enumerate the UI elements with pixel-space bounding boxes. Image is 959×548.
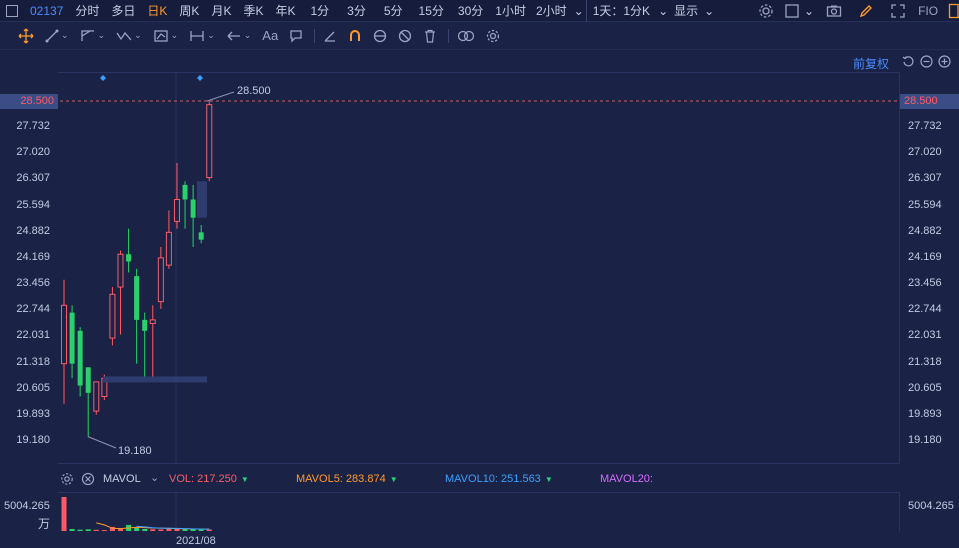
- candle-body-down: [134, 276, 140, 320]
- mavol20-value: MAVOL20:: [600, 473, 653, 485]
- indicator-name[interactable]: MAVOL: [103, 473, 141, 485]
- mavol10-value-text: MAVOL10: 251.563: [445, 473, 541, 485]
- indicator-settings-gear-icon[interactable]: [60, 472, 74, 486]
- mavol10-down-triangle-icon: ▼: [544, 475, 553, 484]
- indicator-close-icon[interactable]: [81, 472, 95, 486]
- candle-body-up: [149, 319, 156, 325]
- volume-bar: [142, 528, 148, 531]
- volume-bar: [198, 529, 204, 531]
- current-price-tag-left: 28.500: [0, 94, 58, 109]
- volume-max-label-left: 5004.265: [4, 500, 50, 512]
- candle-body-down: [69, 312, 75, 364]
- event-marker-diamond: [100, 75, 106, 81]
- candle-body-up: [157, 257, 164, 303]
- volume-unit-label: 万: [38, 517, 51, 531]
- candle-body-up: [109, 293, 116, 339]
- candle-body-down: [77, 330, 83, 386]
- chart-canvas: [0, 73, 959, 532]
- vol-value: VOL: 217.250 ▼: [169, 473, 249, 485]
- volume-bar: [101, 530, 107, 532]
- selection-candle-box: [197, 181, 207, 218]
- candle-body-up: [61, 304, 67, 365]
- mavol5-value: MAVOL5: 283.874 ▼: [296, 473, 398, 485]
- candle-body-down: [142, 319, 148, 331]
- volume-bar: [69, 528, 75, 531]
- high-label-leader: [206, 91, 235, 102]
- volume-bar: [61, 497, 67, 531]
- mavol10-value: MAVOL10: 251.563 ▼: [445, 473, 553, 485]
- volume-bar: [93, 529, 99, 531]
- candle-body-down: [198, 232, 204, 240]
- selection-range-bar: [103, 376, 207, 383]
- volume-max-label-right: 5004.265: [908, 500, 954, 512]
- candle-body-down: [85, 367, 91, 393]
- volume-bar: [150, 529, 156, 531]
- volume-bar: [206, 529, 212, 531]
- current-price-tag-right: 28.500: [900, 94, 959, 109]
- candle-body-up: [117, 253, 124, 288]
- low-price-label: 19.180: [118, 445, 152, 457]
- volume-bar: [85, 529, 91, 531]
- date-axis-label: 2021/08: [176, 535, 216, 547]
- mavol5-value-text: MAVOL5: 283.874: [296, 473, 386, 485]
- volume-bar: [158, 529, 164, 531]
- high-price-label: 28.500: [237, 85, 271, 97]
- vol-down-triangle-icon: ▼: [240, 475, 249, 484]
- candle-body-up: [206, 104, 213, 179]
- candle-body-down: [190, 199, 196, 218]
- event-marker-diamond: [197, 75, 203, 81]
- volume-bar: [182, 529, 188, 531]
- vol-value-text: VOL: 217.250: [169, 473, 237, 485]
- candle-body-down: [182, 184, 188, 200]
- volume-bar: [190, 529, 196, 531]
- candle-body-up: [173, 198, 180, 222]
- mavol5-down-triangle-icon: ▼: [389, 475, 398, 484]
- indicator-chevron-icon[interactable]: ⌄: [150, 471, 159, 484]
- candle-body-down: [126, 254, 132, 262]
- candle-body-up: [165, 231, 172, 266]
- volume-bar: [77, 529, 83, 531]
- candle-body-up: [93, 381, 100, 412]
- low-label-leader: [87, 436, 117, 449]
- volume-bar: [134, 527, 140, 531]
